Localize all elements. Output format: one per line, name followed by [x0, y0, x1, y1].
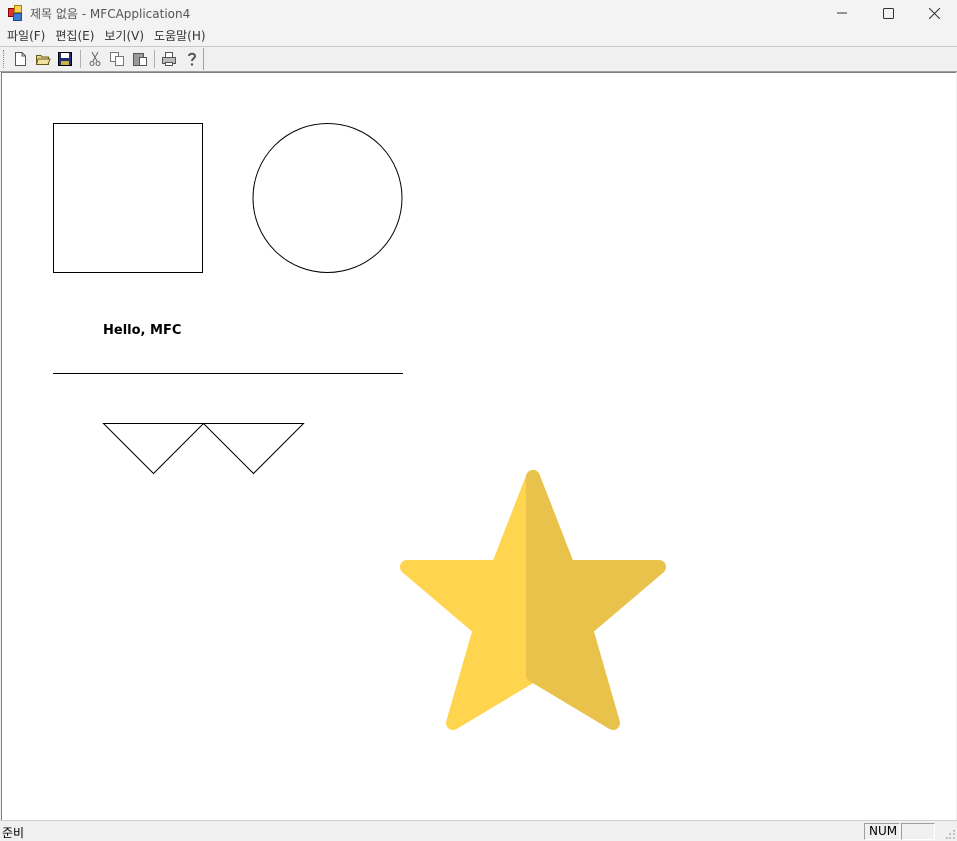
copy-button[interactable]: [106, 48, 129, 70]
num-indicator: NUM: [864, 823, 900, 840]
star-shape: [400, 470, 666, 730]
document-view[interactable]: Hello, MFC: [1, 72, 956, 820]
menu-file[interactable]: 파일(F): [2, 26, 50, 46]
cut-button[interactable]: [83, 48, 106, 70]
print-icon: [162, 52, 177, 66]
drawing-canvas: [53, 123, 666, 730]
close-button[interactable]: [911, 0, 957, 26]
minimize-icon: [837, 12, 847, 14]
paste-button[interactable]: [129, 48, 152, 70]
help-button[interactable]: [181, 48, 204, 70]
scrl-indicator: [901, 823, 935, 840]
toolbar: [0, 46, 957, 72]
cut-icon: [89, 51, 101, 66]
menu-help[interactable]: 도움말(H): [149, 26, 211, 46]
print-button[interactable]: [158, 48, 181, 70]
maximize-button[interactable]: [865, 0, 911, 26]
new-button[interactable]: [9, 48, 32, 70]
menu-edit[interactable]: 편집(E): [50, 26, 99, 46]
toolbar-grip[interactable]: [3, 50, 6, 68]
open-icon: [35, 55, 51, 65]
copy-icon: [110, 52, 125, 66]
maximize-icon: [882, 7, 894, 19]
menu-bar: 파일(F) 편집(E) 보기(V) 도움말(H): [0, 26, 957, 46]
minimize-button[interactable]: [819, 0, 865, 26]
title-bar: 제목 없음 - MFCApplication4: [0, 0, 957, 26]
square-shape: [53, 123, 203, 273]
new-icon: [15, 52, 27, 66]
circle-shape: [252, 123, 403, 273]
status-text: 준비: [2, 826, 25, 840]
save-button[interactable]: [54, 48, 77, 70]
hello-text: Hello, MFC: [103, 323, 182, 338]
status-bar: 준비 NUM: [0, 820, 957, 841]
triangles-shape: [102, 422, 305, 475]
help-icon: [187, 52, 196, 66]
window-title: 제목 없음 - MFCApplication4: [30, 6, 191, 21]
save-icon: [58, 52, 73, 66]
open-button[interactable]: [31, 48, 54, 70]
app-icon[interactable]: [8, 5, 24, 21]
resize-grip-icon[interactable]: [946, 830, 956, 840]
close-icon: [928, 7, 940, 19]
paste-icon: [132, 53, 147, 66]
menu-view[interactable]: 보기(V): [99, 26, 149, 46]
